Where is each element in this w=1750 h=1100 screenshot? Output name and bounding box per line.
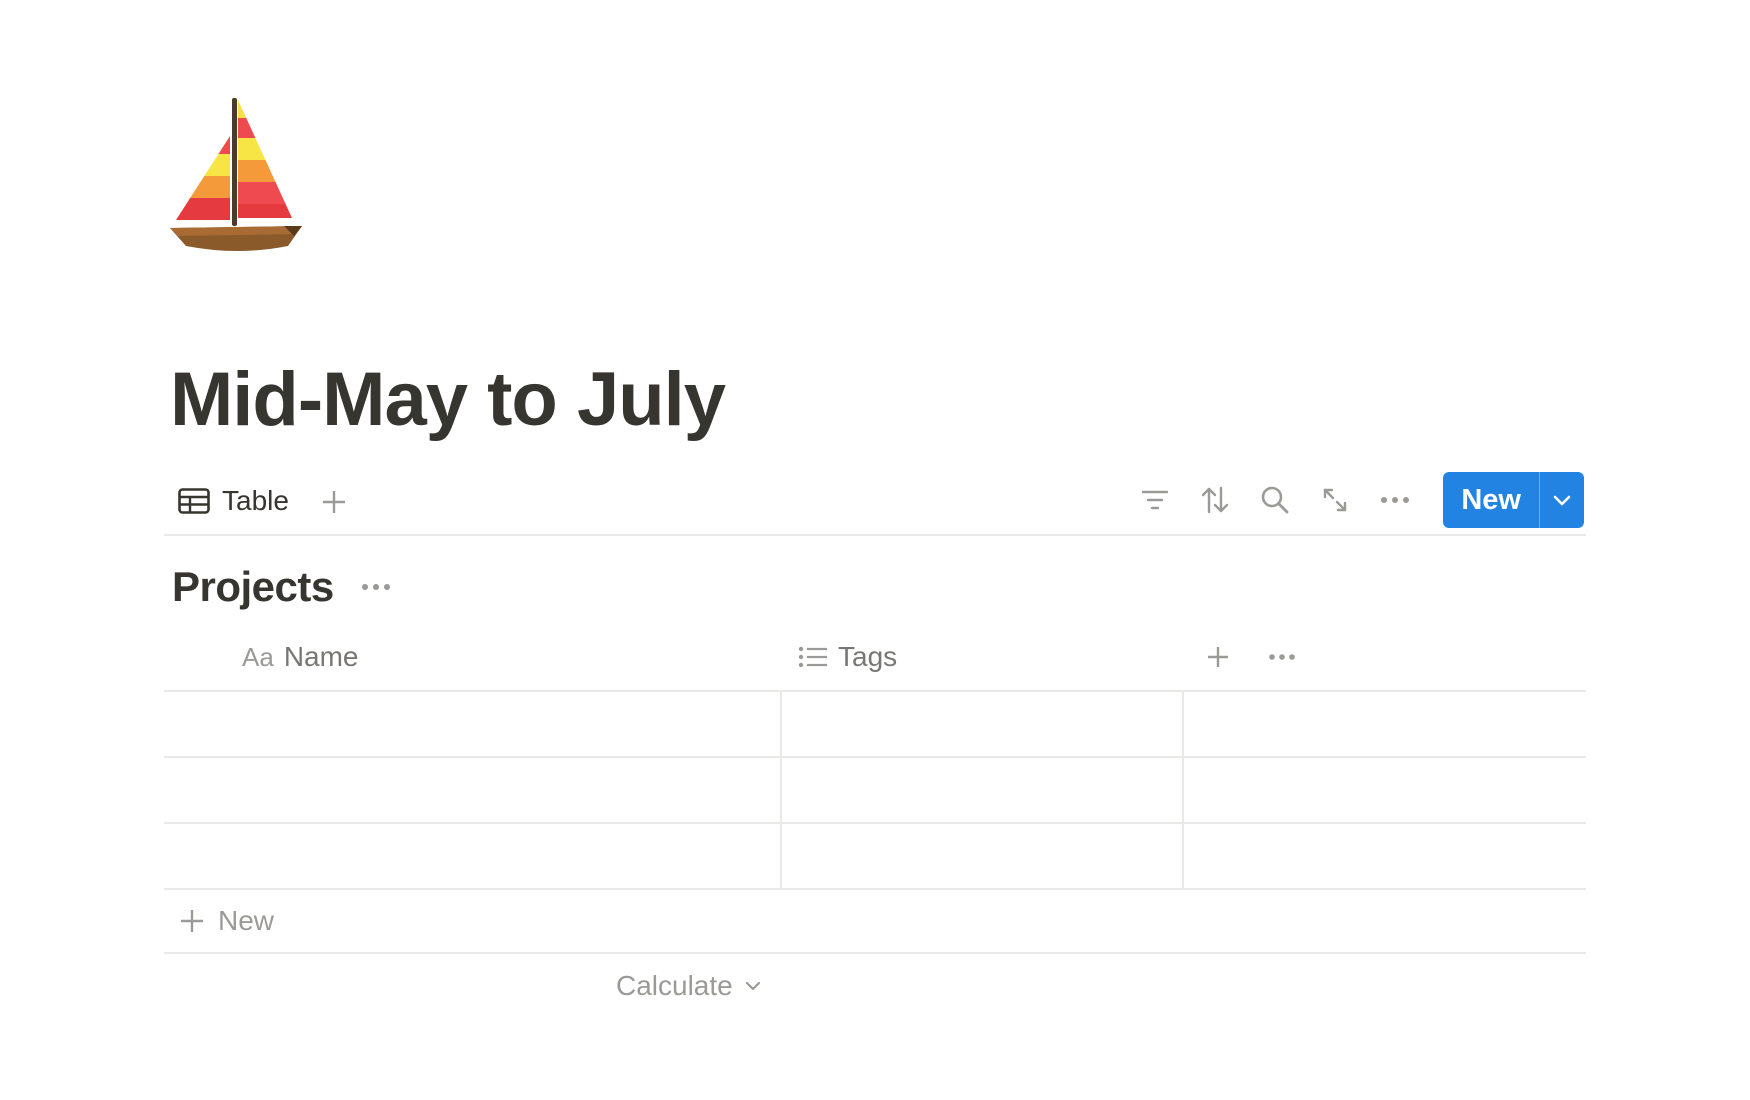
new-button-group: New (1443, 472, 1584, 528)
calculate-label: Calculate (616, 970, 733, 1001)
chevron-down-icon (745, 981, 761, 991)
search-button[interactable] (1255, 480, 1295, 520)
database-title[interactable]: Projects (172, 563, 334, 611)
cell-tags[interactable] (782, 758, 1184, 822)
view-bar: Table New (164, 472, 1586, 536)
cell-tags[interactable] (782, 824, 1184, 888)
cell-name[interactable] (164, 824, 782, 888)
database-title-row: Projects (172, 560, 394, 614)
calculate-button[interactable]: Calculate (616, 964, 761, 1008)
new-button[interactable]: New (1443, 472, 1539, 528)
cell-tags[interactable] (782, 692, 1184, 756)
plus-icon (321, 489, 347, 515)
more-icon (361, 583, 391, 591)
more-icon (1380, 496, 1410, 504)
filter-icon (1141, 489, 1169, 511)
cell-empty (1184, 824, 1586, 888)
column-header-label: Tags (838, 641, 898, 672)
add-property-button[interactable] (1200, 639, 1236, 675)
view-toolbar: New (1135, 472, 1586, 528)
plus-icon (178, 907, 206, 935)
table-row (164, 758, 1586, 824)
database-table: Aa Name Tags New Calculate (164, 624, 1586, 1018)
calculate-row: Calculate (164, 954, 1586, 1018)
table-row (164, 824, 1586, 890)
new-button-dropdown[interactable] (1540, 472, 1584, 528)
sailboat-icon (170, 98, 302, 251)
tab-table-view[interactable]: Table (178, 480, 289, 522)
column-header-tags[interactable]: Tags (798, 624, 897, 690)
table-icon (178, 488, 210, 514)
sort-icon (1200, 486, 1230, 514)
expand-button[interactable] (1315, 480, 1355, 520)
text-property-icon: Aa (242, 641, 274, 672)
plus-icon (1206, 645, 1230, 669)
view-tab-label: Table (222, 485, 289, 516)
add-row-label: New (218, 905, 275, 936)
column-header-label: Name (283, 641, 359, 672)
column-more-button[interactable] (1264, 639, 1300, 675)
more-options-button[interactable] (1375, 480, 1415, 520)
list-property-icon (798, 645, 828, 669)
table-row (164, 692, 1586, 758)
cell-empty (1184, 758, 1586, 822)
page-title[interactable]: Mid-May to July (170, 350, 726, 450)
search-icon (1260, 485, 1290, 515)
cell-empty (1184, 692, 1586, 756)
chevron-down-icon (1553, 494, 1571, 506)
database-more-button[interactable] (358, 569, 394, 605)
more-icon (1268, 653, 1296, 661)
column-header-name[interactable]: Aa Name (242, 624, 359, 690)
expand-icon (1321, 486, 1349, 514)
sort-button[interactable] (1195, 480, 1235, 520)
filter-button[interactable] (1135, 480, 1175, 520)
table-header-row: Aa Name Tags (164, 624, 1586, 692)
add-row-button[interactable]: New (164, 890, 1586, 954)
cell-name[interactable] (164, 758, 782, 822)
add-view-button[interactable] (316, 484, 352, 520)
cell-name[interactable] (164, 692, 782, 756)
page-icon-sailboat[interactable] (168, 96, 308, 266)
